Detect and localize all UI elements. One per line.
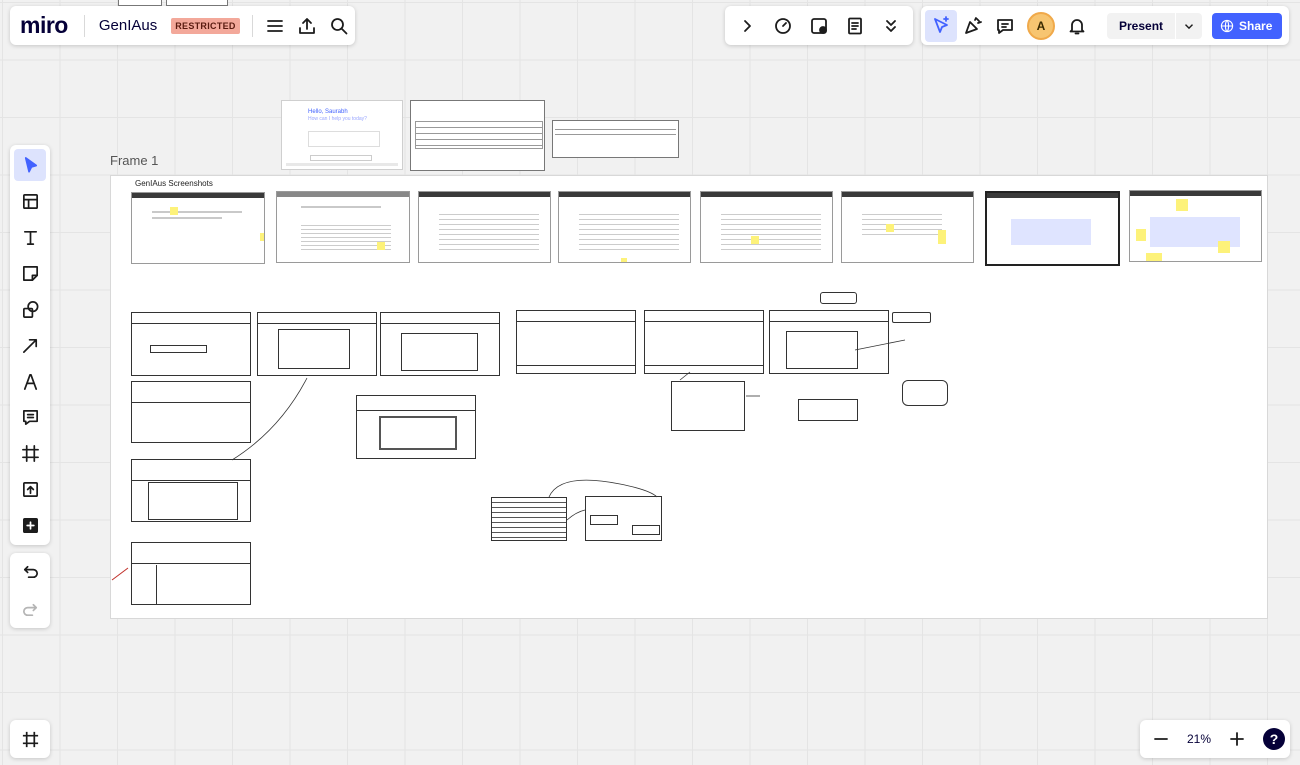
sketch-connectors: [111, 339, 906, 581]
